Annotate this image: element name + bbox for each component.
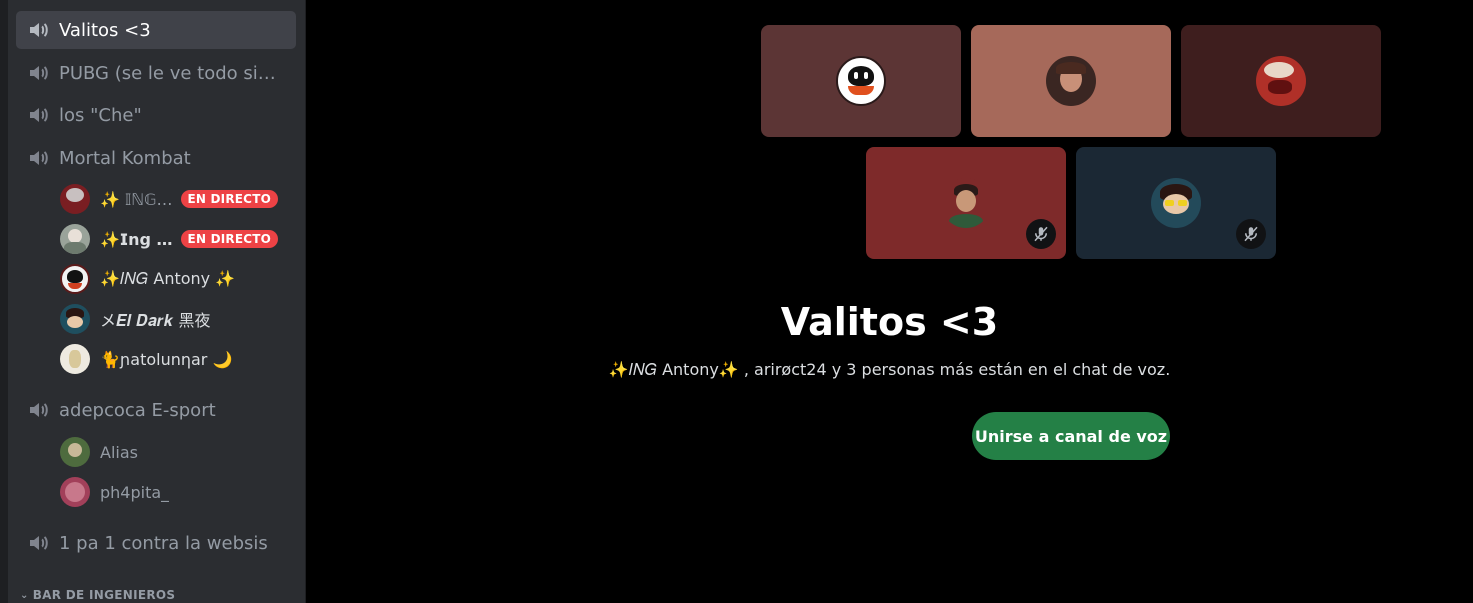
member-name: Alias xyxy=(100,442,138,462)
voice-channel-1pa1[interactable]: 1 pa 1 contra la websis xyxy=(16,524,296,562)
avatar xyxy=(836,56,886,106)
voice-channel-pubg[interactable]: PUBG (se le ve todo sin … xyxy=(16,54,296,92)
channel-name: los "Che" xyxy=(59,104,142,126)
avatar xyxy=(60,437,90,467)
app-window: Valitos <3 PUBG (se le ve todo sin … los… xyxy=(0,0,1473,603)
voice-member[interactable]: ph4pita_ xyxy=(60,475,296,509)
voice-member[interactable]: ✨𝐼𝑁𝐺 Antony ✨ xyxy=(60,262,296,296)
voice-member[interactable]: Alias xyxy=(60,435,296,469)
participant-tile[interactable] xyxy=(1076,147,1276,259)
participant-tile[interactable] xyxy=(761,25,961,137)
channel-name: PUBG (se le ve todo sin … xyxy=(59,62,284,84)
channel-name: Mortal Kombat xyxy=(59,147,191,169)
live-badge: EN DIRECTO xyxy=(180,190,278,208)
chevron-down-icon: ⌄ xyxy=(20,589,29,601)
channel-name: adepcoca E-sport xyxy=(59,399,216,421)
avatar xyxy=(1151,178,1201,228)
channel-name: Valitos <3 xyxy=(59,19,151,41)
channel-name: 1 pa 1 contra la websis xyxy=(59,532,268,554)
avatar xyxy=(60,477,90,507)
voice-channel-preview: Valitos <3 ✨𝐼𝑁𝐺 Antony✨ , arirøct24 y 3 … xyxy=(306,0,1473,603)
voice-member[interactable]: ✨ 𝕀ℕ𝔾… EN DIRECTO xyxy=(60,182,296,216)
voice-member[interactable]: 🐈ɲatolunηar 🌙 xyxy=(60,342,296,376)
avatar xyxy=(60,344,90,374)
speaker-icon xyxy=(30,151,48,165)
member-name: メ𝑬𝒍 𝑫𝒂𝒓𝒌 黑夜 xyxy=(100,311,211,330)
participant-tile[interactable] xyxy=(971,25,1171,137)
member-name: ✨ 𝕀ℕ𝔾… xyxy=(100,189,173,209)
avatar xyxy=(941,178,991,228)
speaker-icon xyxy=(30,403,48,417)
avatar xyxy=(1046,56,1096,106)
member-name: 🐈ɲatolunηar 🌙 xyxy=(100,349,233,369)
voice-channel-mortal-kombat[interactable]: Mortal Kombat xyxy=(16,139,296,177)
speaker-icon xyxy=(30,23,48,37)
participant-tile[interactable] xyxy=(866,147,1066,259)
channel-sidebar: Valitos <3 PUBG (se le ve todo sin … los… xyxy=(8,0,305,603)
avatar xyxy=(1256,56,1306,106)
member-name: ph4pita_ xyxy=(100,482,170,502)
voice-member[interactable]: ✨𝗜𝗻𝗴 … EN DIRECTO xyxy=(60,222,296,256)
channel-title: Valitos <3 xyxy=(780,300,999,344)
live-badge: EN DIRECTO xyxy=(180,230,279,248)
join-voice-button[interactable]: Unirse a canal de voz xyxy=(972,412,1170,460)
participant-tile[interactable] xyxy=(1181,25,1381,137)
speaker-icon xyxy=(30,536,48,550)
voice-channel-los-che[interactable]: los "Che" xyxy=(16,96,296,134)
participants-summary: ✨𝐼𝑁𝐺 Antony✨ , arirøct24 y 3 personas má… xyxy=(608,360,1171,379)
voice-channel-valitos[interactable]: Valitos <3 xyxy=(16,11,296,49)
avatar xyxy=(60,184,90,214)
speaker-icon xyxy=(30,66,48,80)
category-header[interactable]: ⌄ BAR DE INGENIEROS xyxy=(20,588,175,602)
mic-muted-icon xyxy=(1236,219,1266,249)
voice-channel-adepcoca[interactable]: adepcoca E-sport xyxy=(16,391,296,429)
mic-muted-icon xyxy=(1026,219,1056,249)
category-name: BAR DE INGENIEROS xyxy=(32,588,176,602)
voice-member[interactable]: メ𝑬𝒍 𝑫𝒂𝒓𝒌 黑夜 xyxy=(60,302,296,336)
member-name: ✨𝐼𝑁𝐺 Antony ✨ xyxy=(100,269,236,288)
speaker-icon xyxy=(30,108,48,122)
avatar xyxy=(60,224,90,254)
server-rail-edge xyxy=(0,0,8,603)
avatar xyxy=(60,264,90,294)
member-name: ✨𝗜𝗻𝗴 … xyxy=(100,229,173,249)
avatar xyxy=(60,304,90,334)
